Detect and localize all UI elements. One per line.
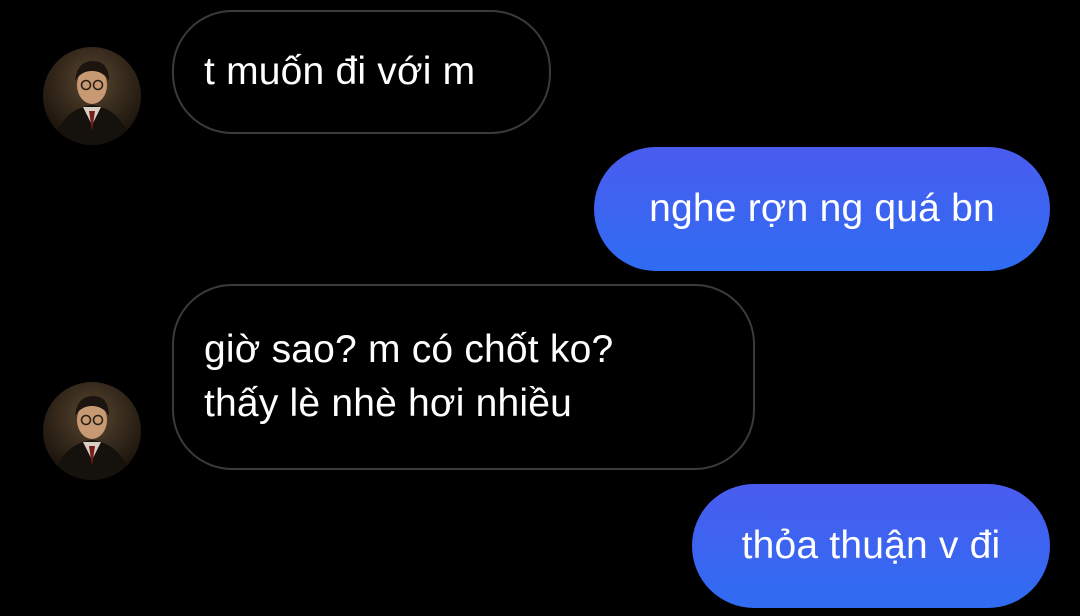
incoming-message[interactable]: t muốn đi với m — [172, 10, 551, 134]
message-text: giờ sao? m có chốt ko? thấy lè nhè hơi n… — [204, 328, 614, 425]
message-text: thỏa thuận v đi — [741, 524, 1001, 567]
profile-photo-icon — [43, 382, 141, 480]
profile-photo-icon — [43, 47, 141, 145]
message-text: nghe rợn ng quá bn — [649, 187, 995, 230]
incoming-message[interactable]: giờ sao? m có chốt ko? thấy lè nhè hơi n… — [172, 284, 755, 470]
message-text: t muốn đi với m — [204, 50, 476, 93]
chat-thread[interactable]: t muốn đi với m nghe rợn ng quá bn giờ s… — [0, 0, 1080, 616]
outgoing-message[interactable]: thỏa thuận v đi — [692, 484, 1050, 608]
outgoing-message[interactable]: nghe rợn ng quá bn — [594, 147, 1050, 271]
contact-avatar[interactable] — [43, 382, 141, 480]
contact-avatar[interactable] — [43, 47, 141, 145]
